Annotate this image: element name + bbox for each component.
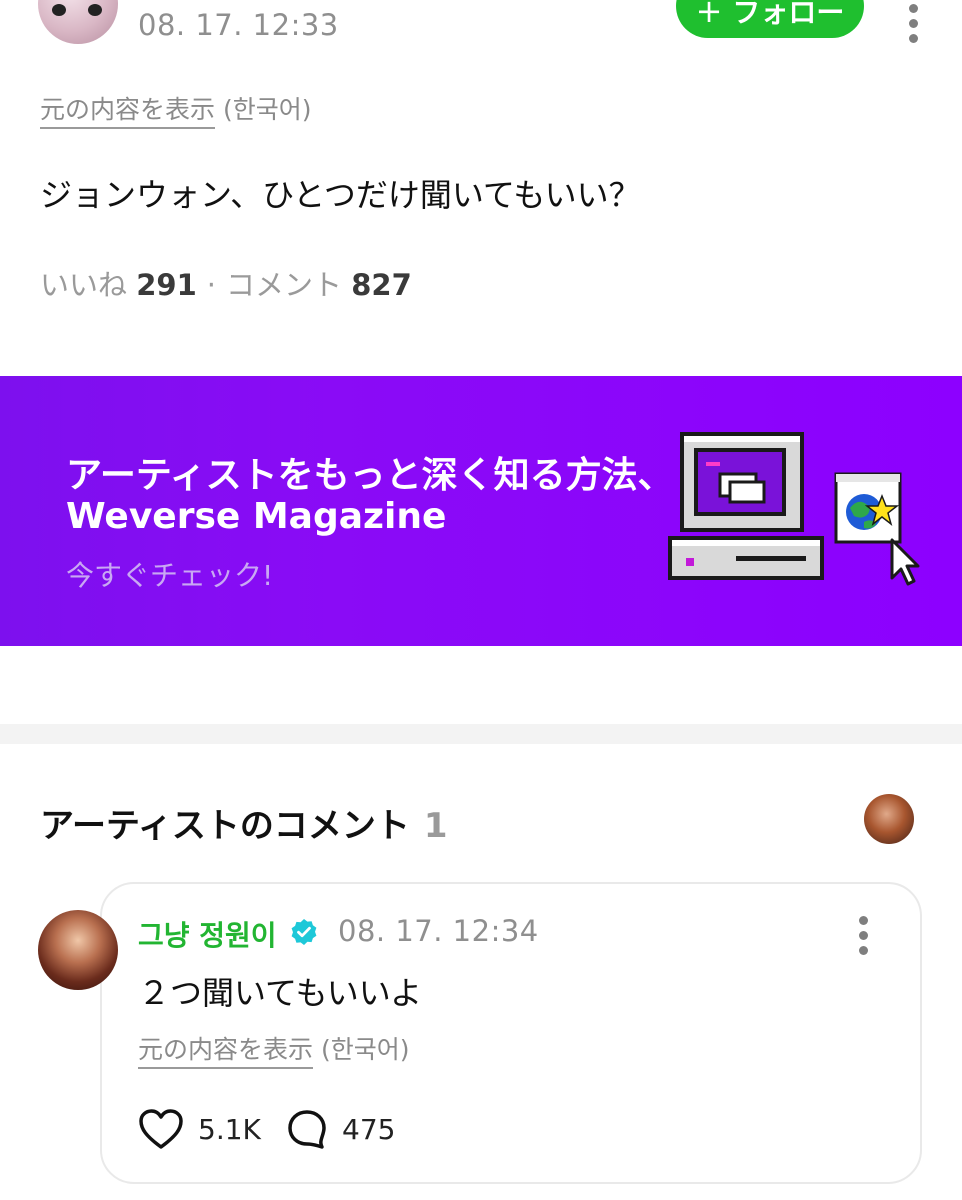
banner-cta: 今すぐチェック!	[66, 559, 274, 592]
post-author-avatar[interactable]	[38, 0, 118, 44]
retro-computer-illustration	[668, 432, 824, 580]
likes-count: 291	[136, 268, 197, 302]
weverse-magazine-banner[interactable]: アーティストをもっと深く知る方法、 Weverse Magazine 今すぐチェ…	[0, 376, 962, 646]
banner-title: アーティストをもっと深く知る方法、	[66, 455, 674, 496]
avatar-eye-right	[88, 4, 102, 16]
comment-translate-row: 元の内容を表示 (한국어)	[138, 1030, 410, 1069]
post-translate-row: 元の内容を表示 (한국어)	[40, 90, 312, 129]
banner-subtitle: Weverse Magazine	[66, 496, 447, 537]
post-more-icon[interactable]	[906, 4, 920, 43]
artist-comments-heading: アーティストのコメント 1	[40, 798, 448, 847]
avatar-eye-left	[52, 4, 66, 16]
artist-comments-title: アーティストのコメント	[40, 806, 410, 846]
comments-label[interactable]: コメント	[226, 268, 342, 302]
likes-label: いいね	[40, 268, 128, 302]
globe-star-card-icon	[834, 472, 920, 586]
comment-show-original-link[interactable]: 元の内容を表示	[138, 1035, 314, 1069]
comment-author-avatar[interactable]	[38, 910, 118, 990]
section-divider	[0, 724, 962, 744]
comment-reply-count: 475	[342, 1112, 396, 1146]
comment-like-button[interactable]: 5.1K	[138, 1108, 261, 1150]
comment-like-count: 5.1K	[198, 1112, 261, 1146]
comment-original-language: (한국어)	[320, 1035, 410, 1064]
post-timestamp: 08. 17. 12:33	[138, 8, 339, 42]
cursor-arrow-icon	[890, 538, 920, 586]
follow-label: フォロー	[732, 0, 845, 29]
verified-badge-icon	[291, 919, 317, 945]
heart-icon	[139, 1109, 183, 1149]
artist-comments-count: 1	[423, 806, 448, 846]
comment-author-name[interactable]: 그냥 정원이	[138, 914, 277, 954]
post-body-text: ジョンウォン、ひとつだけ聞いてもいい？	[40, 176, 641, 214]
stats-separator: ·	[206, 268, 216, 302]
comment-more-icon[interactable]	[856, 916, 870, 955]
comment-timestamp: 08. 17. 12:34	[338, 914, 539, 948]
comment-body-text: ２つ聞いてもいいよ	[138, 974, 423, 1012]
follow-button[interactable]: + フォロー	[676, 0, 864, 38]
artist-avatar-small[interactable]	[864, 794, 914, 844]
post-stats: いいね 291 · コメント 827	[40, 262, 412, 304]
comment-reply-button[interactable]: 475	[286, 1108, 395, 1150]
speech-bubble-icon	[288, 1110, 326, 1149]
comments-count[interactable]: 827	[351, 268, 412, 302]
plus-icon: +	[695, 0, 723, 30]
post-original-language: (한국어)	[222, 95, 312, 124]
post-show-original-link[interactable]: 元の内容を表示	[40, 95, 216, 129]
